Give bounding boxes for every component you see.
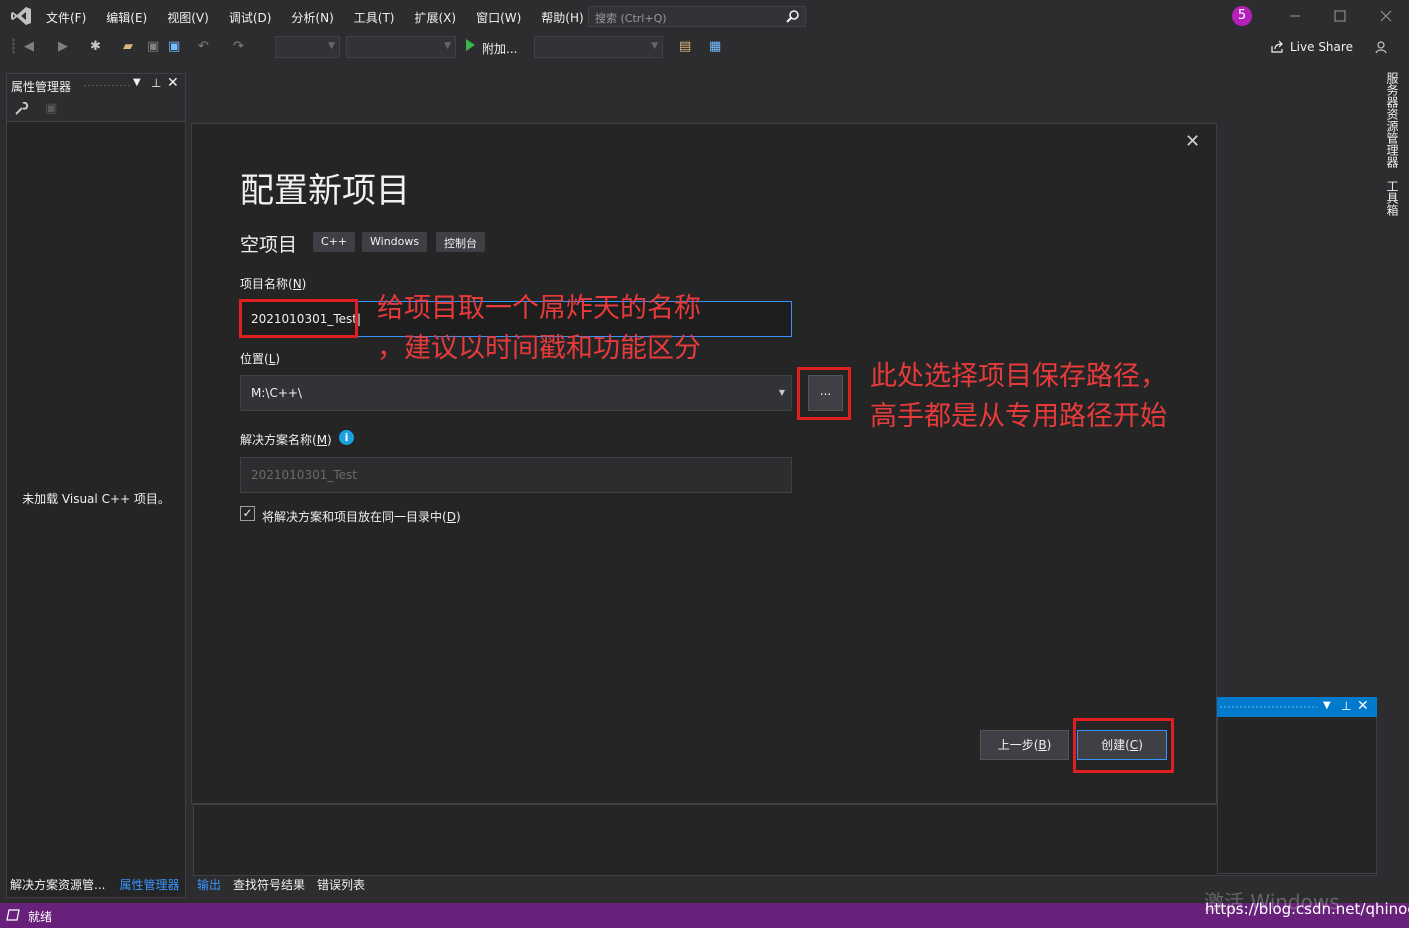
dialog-close-icon[interactable]: ✕ <box>1185 131 1200 152</box>
location-select[interactable]: M:\C++\ ▼ <box>240 375 792 411</box>
menu-file[interactable]: 文件(F) <box>36 9 96 26</box>
tab-error-list[interactable]: 错误列表 <box>313 876 369 893</box>
save-all-icon[interactable]: ▣ <box>168 39 180 54</box>
menu-view[interactable]: 视图(V) <box>157 9 219 26</box>
annotation-path-line2: 高手都是从专用路径开始 <box>870 401 1167 432</box>
dialog-title: 配置新项目 <box>240 171 410 211</box>
tab-output[interactable]: 输出 <box>193 876 225 893</box>
visual-studio-logo-icon[interactable] <box>10 6 32 26</box>
menu-analyze[interactable]: 分析(N) <box>281 9 343 26</box>
same-directory-label[interactable]: 将解决方案和项目放在同一目录中(D) <box>262 508 461 525</box>
menu-tools[interactable]: 工具(T) <box>344 9 405 26</box>
save-icon[interactable]: ▣ <box>147 39 159 54</box>
annotation-path-line1: 此处选择项目保存路径， <box>870 361 1167 392</box>
left-bottom-tabs: 解决方案资源管... 属性管理器 <box>6 876 183 896</box>
location-value: M:\C++\ <box>251 386 302 400</box>
menu-window[interactable]: 窗口(W) <box>466 9 531 26</box>
panel-header: 属性管理器 ▼ ⊥ ✕ <box>7 74 185 96</box>
tag-platform: Windows <box>362 232 428 252</box>
startup-item-combo[interactable]: ▼ <box>534 36 663 58</box>
location-label: 位置(L) <box>240 352 281 366</box>
maximize-icon[interactable] <box>1333 9 1347 23</box>
output-pin-icon[interactable]: ⊥ <box>1341 699 1351 713</box>
tag-language: C++ <box>313 232 356 252</box>
panel-dropdown-icon[interactable]: ▼ <box>133 77 141 88</box>
blog-url-watermark: https://blog.csdn.net/qhinoo <box>1205 900 1409 918</box>
back-button[interactable]: 上一步(B) <box>980 730 1069 760</box>
main-menu: 文件(F) 编辑(E) 视图(V) 调试(D) 分析(N) 工具(T) 扩展(X… <box>36 9 594 26</box>
close-window-icon[interactable] <box>1379 9 1393 23</box>
find-in-files-icon[interactable]: ▤ <box>679 39 691 54</box>
toolbar-grip <box>12 38 15 54</box>
nav-back-icon[interactable]: ◀ <box>24 39 34 54</box>
redo-icon[interactable]: ↷ <box>233 39 244 54</box>
panel-close-icon[interactable]: ✕ <box>167 75 179 91</box>
attach-button[interactable]: 附加... <box>482 40 517 57</box>
toolbar <box>0 33 1409 61</box>
nav-forward-icon[interactable]: ▶ <box>58 39 68 54</box>
start-debug-icon[interactable] <box>466 39 475 51</box>
output-panel-body <box>1217 717 1377 874</box>
menu-bar: 文件(F) 编辑(E) 视图(V) 调试(D) 分析(N) 工具(T) 扩展(X… <box>0 0 1409 33</box>
tab-property-manager[interactable]: 属性管理器 <box>115 876 183 896</box>
chevron-down-icon: ▼ <box>778 388 785 397</box>
same-directory-checkbox[interactable]: ✓ <box>240 506 255 521</box>
empty-message: 未加载 Visual C++ 项目。 <box>22 492 170 506</box>
search-placeholder: 搜索 (Ctrl+Q) <box>595 12 667 25</box>
template-name: 空项目 <box>240 234 298 256</box>
annotation-name-line1: 给项目取一个屌炸天的名称 <box>377 293 701 324</box>
status-bar: 就绪 <box>0 903 1409 928</box>
notification-badge[interactable]: 5 <box>1232 6 1252 26</box>
browser-icon[interactable]: ▦ <box>709 39 721 54</box>
share-icon <box>1271 40 1283 53</box>
status-icon <box>6 909 20 921</box>
open-folder-icon[interactable]: ▰ <box>123 39 133 54</box>
info-icon[interactable]: i <box>339 430 354 445</box>
save-properties-icon[interactable]: ▣ <box>45 101 57 116</box>
panel-title: 属性管理器 <box>11 80 72 94</box>
search-icon <box>786 10 799 23</box>
tag-project-type: 控制台 <box>436 232 485 252</box>
wrench-icon[interactable] <box>15 102 29 116</box>
platform-combo[interactable]: ▼ <box>346 36 456 58</box>
output-close-icon[interactable]: ✕ <box>1357 698 1369 714</box>
project-name-label: 项目名称(N) <box>240 277 307 291</box>
output-dropdown-icon[interactable]: ▼ <box>1323 700 1331 711</box>
output-grip[interactable] <box>1219 705 1317 709</box>
feedback-icon[interactable] <box>1374 39 1390 55</box>
output-panel <box>193 804 1377 876</box>
annotation-box-create <box>1073 718 1174 773</box>
property-manager-panel: 属性管理器 ▼ ⊥ ✕ ▣ 未加载 Visual C++ 项目。 <box>6 73 186 898</box>
live-share-label: Live Share <box>1290 40 1353 54</box>
panel-grip[interactable] <box>83 84 131 87</box>
panel-toolbar: ▣ <box>7 96 185 122</box>
undo-icon[interactable]: ↶ <box>198 39 209 54</box>
status-text: 就绪 <box>28 910 53 924</box>
solution-name-input[interactable]: 2021010301_Test <box>240 457 792 493</box>
annotation-box-project-name <box>239 299 358 338</box>
minimize-icon[interactable] <box>1288 9 1302 23</box>
bottom-tool-tabs: 输出 查找符号结果 错误列表 <box>193 876 369 893</box>
menu-edit[interactable]: 编辑(E) <box>96 9 157 26</box>
tab-server-explorer[interactable]: 服务器资源管理器 <box>1384 72 1401 168</box>
solution-name-label: 解决方案名称(M) <box>240 433 332 447</box>
tab-solution-explorer[interactable]: 解决方案资源管... <box>6 876 109 896</box>
output-panel-header: ▼ ⊥ ✕ <box>1217 697 1377 717</box>
configuration-combo[interactable]: ▼ <box>275 36 340 58</box>
tab-toolbox[interactable]: 工具箱 <box>1384 180 1401 216</box>
menu-extensions[interactable]: 扩展(X) <box>404 9 466 26</box>
search-box[interactable]: 搜索 (Ctrl+Q) <box>588 6 806 27</box>
live-share-button[interactable]: Live Share <box>1270 40 1353 54</box>
menu-help[interactable]: 帮助(H) <box>531 9 593 26</box>
annotation-box-browse <box>797 367 851 420</box>
annotation-name-line2: ，建议以时间戳和功能区分 <box>377 333 701 364</box>
menu-debug[interactable]: 调试(D) <box>219 9 282 26</box>
pin-icon[interactable]: ⊥ <box>151 76 161 90</box>
tab-find-symbol-results[interactable]: 查找符号结果 <box>229 876 309 893</box>
new-project-icon[interactable]: ✱ <box>90 39 101 54</box>
